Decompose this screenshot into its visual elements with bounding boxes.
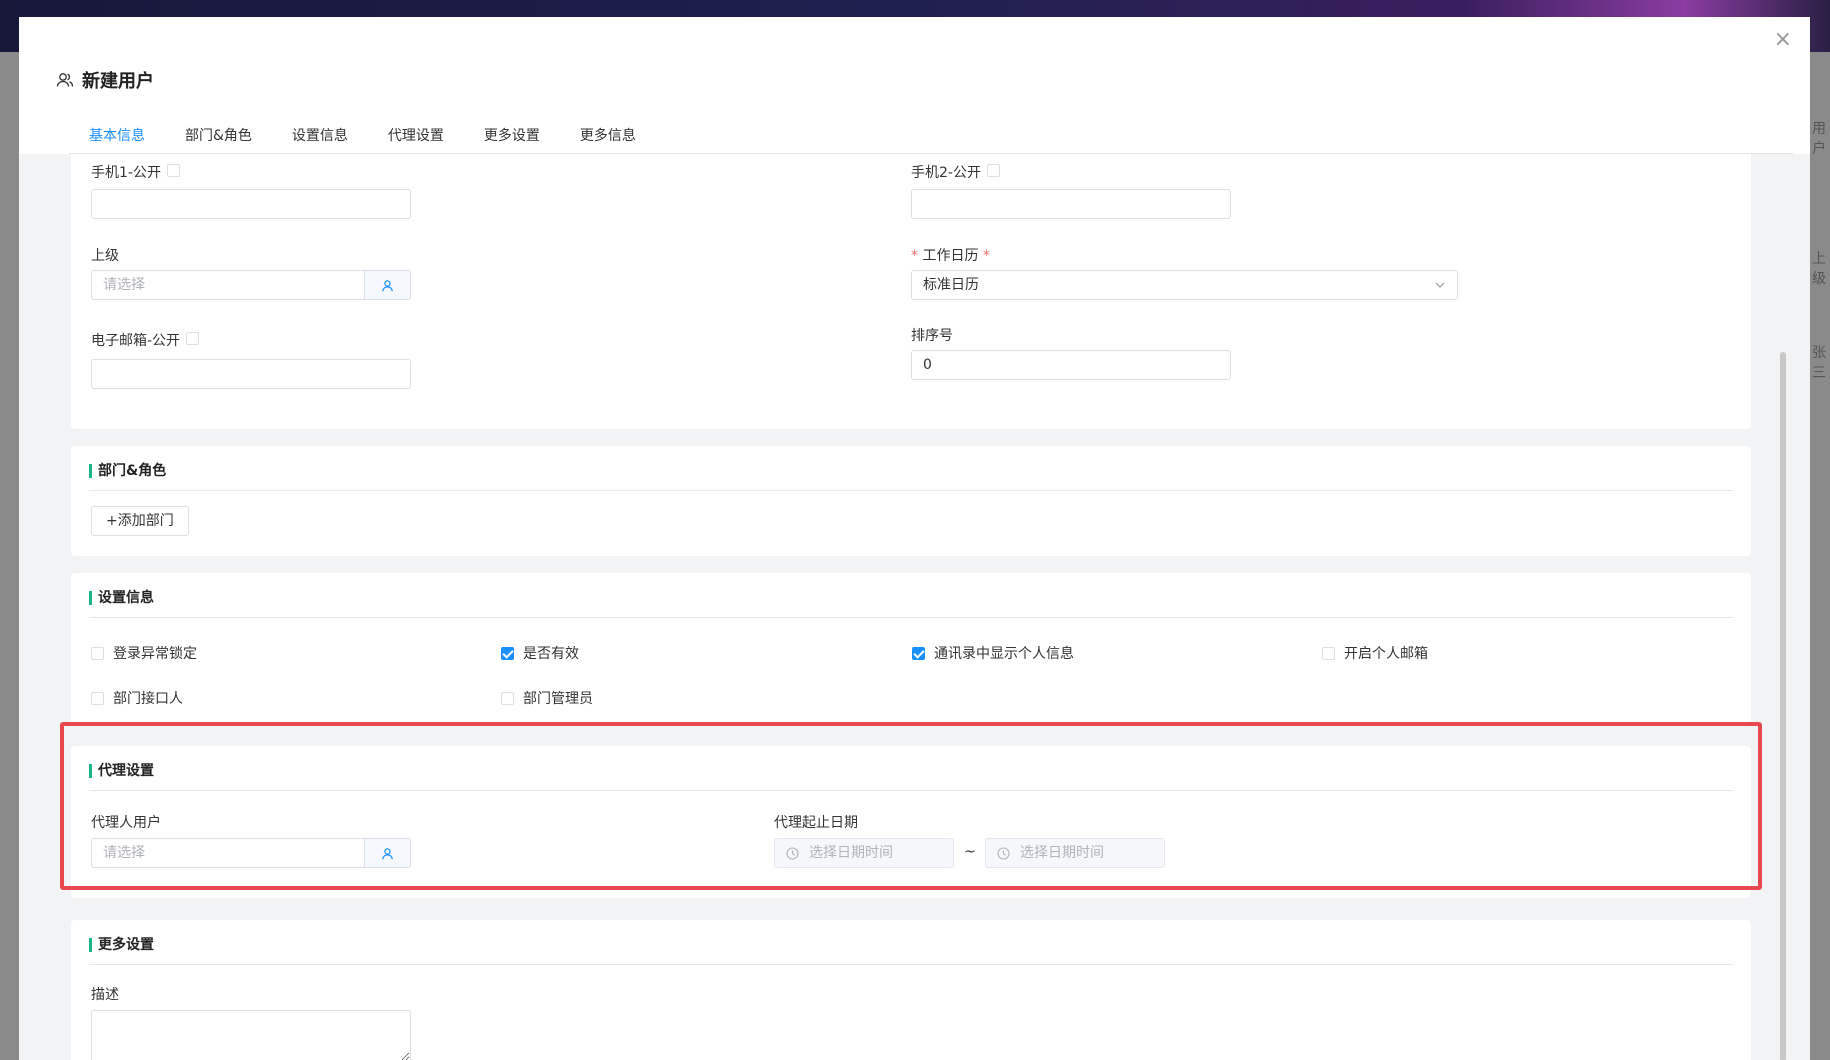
dialog-content: 手机1-公开 手机2-公开 上级 请选择 * 工作日历 * 标准日历 电子邮箱-… xyxy=(19,154,1810,1060)
superior-picker-button[interactable] xyxy=(365,270,411,300)
is-valid-checkbox[interactable]: 是否有效 xyxy=(501,643,579,663)
email-public-checkbox[interactable] xyxy=(186,332,200,345)
settings-panel: 设置信息 登录异常锁定 是否有效 通讯录中显示个人信息 开启个人邮箱 部门接口人 xyxy=(71,573,1751,726)
calendar-select[interactable]: 标准日历 xyxy=(911,270,1458,300)
dept-role-panel: 部门&角色 +添加部门 xyxy=(71,446,1751,556)
checkbox-label: 是否有效 xyxy=(523,646,579,662)
checkbox-label: 通讯录中显示个人信息 xyxy=(934,646,1074,662)
show-contact-info-checkbox[interactable]: 通讯录中显示个人信息 xyxy=(912,643,1074,663)
checkbox-label: 部门接口人 xyxy=(113,691,183,707)
description-textarea[interactable] xyxy=(91,1010,411,1060)
checkbox-box xyxy=(912,646,925,660)
superior-input[interactable]: 请选择 xyxy=(91,270,365,300)
new-user-dialog: × 新建用户 基本信息 部门&角色 设置信息 代理设置 更多设置 更多信息 手机… xyxy=(19,17,1810,1060)
section-divider xyxy=(89,964,1733,965)
user-icon xyxy=(382,279,393,291)
order-input[interactable]: 0 xyxy=(911,350,1231,380)
checkbox-box xyxy=(1322,646,1335,660)
basic-info-panel: 手机1-公开 手机2-公开 上级 请选择 * 工作日历 * 标准日历 电子邮箱-… xyxy=(71,154,1751,429)
phone1-label-text: 手机1-公开 xyxy=(91,165,161,181)
section-divider xyxy=(89,490,1733,491)
section-title-more-settings: 更多设置 xyxy=(89,938,154,952)
login-lock-checkbox[interactable]: 登录异常锁定 xyxy=(91,643,197,663)
checkbox-box xyxy=(501,646,514,660)
calendar-selected-value: 标准日历 xyxy=(923,277,979,293)
phone2-label: 手机2-公开 xyxy=(911,162,1000,182)
dept-contact-checkbox[interactable]: 部门接口人 xyxy=(91,688,183,708)
add-dept-button[interactable]: +添加部门 xyxy=(91,506,189,536)
description-label: 描述 xyxy=(91,987,119,1003)
proxy-panel: 代理设置 代理人用户 请选择 代理起止日期 选择日期时间 ~ 选择日期时间 xyxy=(71,746,1751,898)
calendar-label: * 工作日历 * xyxy=(911,245,990,265)
checkbox-label: 开启个人邮箱 xyxy=(1344,646,1428,662)
email-label-text: 电子邮箱-公开 xyxy=(91,333,181,349)
section-divider xyxy=(89,617,1733,618)
proxy-user-label: 代理人用户 xyxy=(91,815,161,831)
user-icon xyxy=(382,847,393,859)
background-edge-text: 用户 xyxy=(1812,121,1826,157)
more-settings-panel: 更多设置 描述 xyxy=(71,920,1751,1060)
proxy-user-input[interactable]: 请选择 xyxy=(91,838,365,868)
clock-icon xyxy=(786,847,799,860)
checkbox-box xyxy=(501,691,514,705)
dialog-header: 新建用户 xyxy=(56,67,154,93)
start-date-placeholder: 选择日期时间 xyxy=(809,845,893,861)
personal-mailbox-checkbox[interactable]: 开启个人邮箱 xyxy=(1322,643,1428,663)
calendar-label-text: 工作日历 xyxy=(922,248,979,264)
required-mark: * xyxy=(978,248,990,264)
date-range-separator: ~ xyxy=(964,844,976,860)
dept-admin-checkbox[interactable]: 部门管理员 xyxy=(501,688,593,708)
order-label: 排序号 xyxy=(911,328,953,344)
tab-more-settings[interactable]: 更多设置 xyxy=(464,117,560,155)
email-label: 电子邮箱-公开 xyxy=(91,330,200,350)
background-edge-text: 上级 xyxy=(1812,251,1826,287)
tab-basic-info[interactable]: 基本信息 xyxy=(69,117,165,155)
tab-bar: 基本信息 部门&角色 设置信息 代理设置 更多设置 更多信息 xyxy=(69,117,656,155)
clock-icon xyxy=(997,847,1010,860)
tab-settings[interactable]: 设置信息 xyxy=(272,117,368,155)
phone1-input[interactable] xyxy=(91,189,411,219)
background-edge-text: 张三 xyxy=(1812,345,1826,381)
users-icon xyxy=(56,73,74,87)
close-icon[interactable]: × xyxy=(1774,29,1792,51)
proxy-start-date-input[interactable]: 选择日期时间 xyxy=(774,838,954,868)
proxy-end-date-input[interactable]: 选择日期时间 xyxy=(985,838,1165,868)
section-title-settings: 设置信息 xyxy=(89,591,154,605)
email-input[interactable] xyxy=(91,359,411,389)
section-title-proxy: 代理设置 xyxy=(89,764,154,778)
chevron-down-icon xyxy=(1435,282,1445,288)
phone2-label-text: 手机2-公开 xyxy=(911,165,981,181)
checkbox-label: 登录异常锁定 xyxy=(113,646,197,662)
vertical-scrollbar[interactable] xyxy=(1780,352,1786,1060)
end-date-placeholder: 选择日期时间 xyxy=(1020,845,1104,861)
checkbox-box xyxy=(91,646,104,660)
tab-more-info[interactable]: 更多信息 xyxy=(560,117,656,155)
superior-label: 上级 xyxy=(91,248,119,264)
phone2-public-checkbox[interactable] xyxy=(986,164,1000,177)
dialog-title: 新建用户 xyxy=(82,71,154,92)
checkbox-box xyxy=(91,691,104,705)
required-mark: * xyxy=(911,248,923,264)
checkbox-label: 部门管理员 xyxy=(523,691,593,707)
section-divider xyxy=(89,790,1733,791)
proxy-date-label: 代理起止日期 xyxy=(774,815,858,831)
phone1-public-checkbox[interactable] xyxy=(166,164,180,177)
proxy-user-picker-button[interactable] xyxy=(365,838,411,868)
phone2-input[interactable] xyxy=(911,189,1231,219)
tab-proxy[interactable]: 代理设置 xyxy=(368,117,464,155)
tab-dept-role[interactable]: 部门&角色 xyxy=(165,117,272,155)
phone1-label: 手机1-公开 xyxy=(91,162,180,182)
section-title-dept-role: 部门&角色 xyxy=(89,464,166,478)
